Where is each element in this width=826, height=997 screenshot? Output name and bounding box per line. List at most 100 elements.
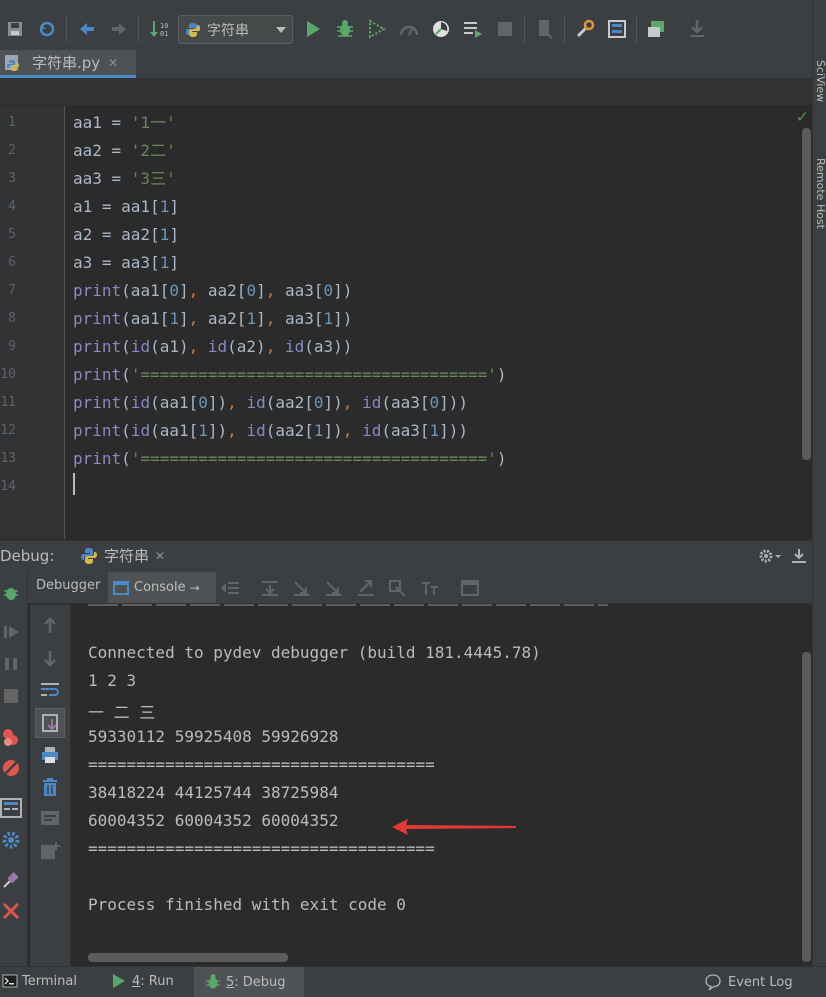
remote-host-tool-button[interactable]: Remote Host — [814, 158, 826, 229]
back-arrow-icon[interactable] — [76, 18, 98, 40]
line-number: 10 — [0, 367, 16, 382]
line-number: 7 — [8, 283, 16, 298]
console-line: 59330112 59925408 59926928 — [88, 727, 339, 746]
console-line: 38418224 44125744 38725984 — [88, 783, 339, 802]
arrow-down-icon[interactable] — [42, 649, 58, 667]
run-tool-number: 4 — [132, 973, 141, 989]
settings-gear-icon[interactable] — [1, 830, 21, 850]
step-into-my-code-icon[interactable] — [324, 579, 344, 597]
tab-console[interactable]: Console → — [108, 572, 216, 603]
hide-panel-icon[interactable] — [790, 547, 808, 565]
pause-icon[interactable] — [3, 656, 19, 672]
run-to-cursor-icon[interactable] — [388, 579, 408, 597]
mute-breakpoints-icon[interactable] — [1, 758, 21, 778]
code-line-5: a2 = aa2[1] — [73, 225, 179, 244]
run-icon — [112, 973, 126, 989]
editor-file-tab[interactable]: 字符串.py ✕ — [0, 50, 136, 78]
editor-scrollbar[interactable] — [802, 128, 811, 460]
terminal-tool-button[interactable]: Terminal — [2, 973, 77, 989]
profile-icon[interactable] — [398, 18, 420, 40]
tab-debugger[interactable]: Debugger — [36, 578, 100, 593]
sync-icon[interactable] — [36, 18, 58, 40]
show-execution-point-icon[interactable] — [220, 580, 240, 596]
new-console-icon[interactable] — [40, 841, 60, 861]
line-number: 14 — [0, 479, 16, 494]
step-over-icon[interactable] — [260, 579, 280, 597]
close-icon[interactable]: ✕ — [155, 549, 165, 563]
terminal-label: Terminal — [22, 973, 77, 989]
event-log-label: Event Log — [728, 974, 793, 990]
line-number: 5 — [8, 227, 16, 242]
debug-tool-button[interactable]: 5 : Debug — [204, 973, 286, 991]
pin-icon[interactable] — [1, 870, 21, 890]
debug-session-tab[interactable]: 字符串 ✕ — [80, 545, 165, 566]
concurrency-diagram-icon[interactable] — [430, 18, 452, 40]
stop-icon[interactable] — [3, 688, 19, 704]
console-scrollbar[interactable] — [802, 652, 811, 962]
scroll-to-end-toggle[interactable] — [35, 708, 65, 738]
sciview-tool-button[interactable]: SciView — [814, 60, 826, 102]
code-line-6: a3 = aa3[1] — [73, 253, 179, 272]
red-annotation-arrow — [392, 819, 516, 835]
code-line-13: print('=================================… — [73, 449, 507, 468]
tab-console-label: Console — [134, 580, 186, 595]
run-list-icon[interactable] — [462, 18, 484, 40]
run-icon[interactable] — [302, 18, 324, 40]
debug-tool-number: 5 — [226, 974, 235, 990]
event-log-button[interactable]: Event Log — [704, 973, 793, 991]
build-icon[interactable]: 10 01 — [148, 18, 170, 40]
debug-bug-icon — [204, 973, 222, 991]
editor-tab-bar: 字符串.py ✕ — [0, 50, 812, 78]
arrow-up-icon[interactable] — [42, 617, 58, 635]
show-variables-icon[interactable] — [40, 809, 60, 827]
line-number: 13 — [0, 451, 16, 466]
console-icon — [113, 580, 129, 596]
print-icon[interactable] — [40, 745, 60, 765]
python-file-icon — [4, 54, 22, 72]
debug-title: Debug: — [0, 547, 55, 565]
save-icon[interactable] — [4, 18, 26, 40]
gear-icon[interactable] — [758, 547, 782, 565]
run-configuration-select[interactable]: 字符串 — [178, 15, 293, 44]
resume-icon[interactable] — [3, 624, 21, 640]
settings-wrench-icon[interactable] — [574, 18, 596, 40]
download-icon[interactable] — [686, 18, 708, 40]
bottom-tool-bar: Terminal 4 : Run 5 : Debug Event Log — [0, 966, 826, 997]
close-icon[interactable] — [2, 902, 20, 920]
debug-console-output[interactable]: Connected to pydev debugger (build 181.4… — [72, 603, 812, 966]
svg-text:10: 10 — [160, 22, 168, 30]
code-editor[interactable]: aa1 = '1一' aa2 = '2二' aa3 = '3三' a1 = aa… — [65, 106, 812, 539]
step-into-icon[interactable] — [292, 579, 312, 597]
arrow-right-icon: → — [189, 580, 200, 595]
close-icon[interactable]: ✕ — [108, 56, 118, 70]
python-icon — [80, 547, 98, 565]
project-structure-icon[interactable] — [606, 18, 628, 40]
table-view-icon[interactable] — [460, 579, 480, 597]
run-tool-button[interactable]: 4 : Run — [112, 973, 174, 989]
line-number: 6 — [8, 255, 16, 270]
debug-bug-icon[interactable] — [334, 18, 356, 40]
run-with-coverage-icon[interactable] — [366, 18, 388, 40]
right-tool-stripe: SciView Remote Host — [812, 0, 826, 966]
console-clipped-line — [88, 603, 608, 607]
code-line-12: print(id(aa1[1]), id(aa2[1]), id(aa3[1])… — [73, 421, 469, 440]
rerun-debug-icon[interactable] — [2, 584, 22, 602]
text-caret — [73, 473, 75, 495]
line-number: 1 — [8, 115, 16, 130]
step-out-icon[interactable] — [356, 579, 376, 597]
debugger-tabs-row: Debugger Console → — [28, 572, 812, 604]
vcs-icon[interactable] — [534, 18, 556, 40]
console-horizontal-scrollbar[interactable] — [88, 953, 288, 962]
line-number: 8 — [8, 311, 16, 326]
run-configuration-label: 字符串 — [207, 22, 249, 39]
stop-icon[interactable] — [494, 18, 516, 40]
evaluate-expression-icon[interactable] — [420, 579, 440, 597]
trash-icon[interactable] — [41, 777, 59, 797]
view-breakpoints-icon[interactable] — [0, 726, 22, 748]
layout-icon[interactable] — [0, 798, 22, 818]
soft-wrap-icon[interactable] — [40, 681, 60, 699]
inspection-ok-icon: ✓ — [796, 108, 809, 126]
virtualenv-icon[interactable] — [646, 18, 668, 40]
forward-arrow-icon[interactable] — [108, 18, 130, 40]
speech-bubble-icon — [704, 973, 722, 991]
